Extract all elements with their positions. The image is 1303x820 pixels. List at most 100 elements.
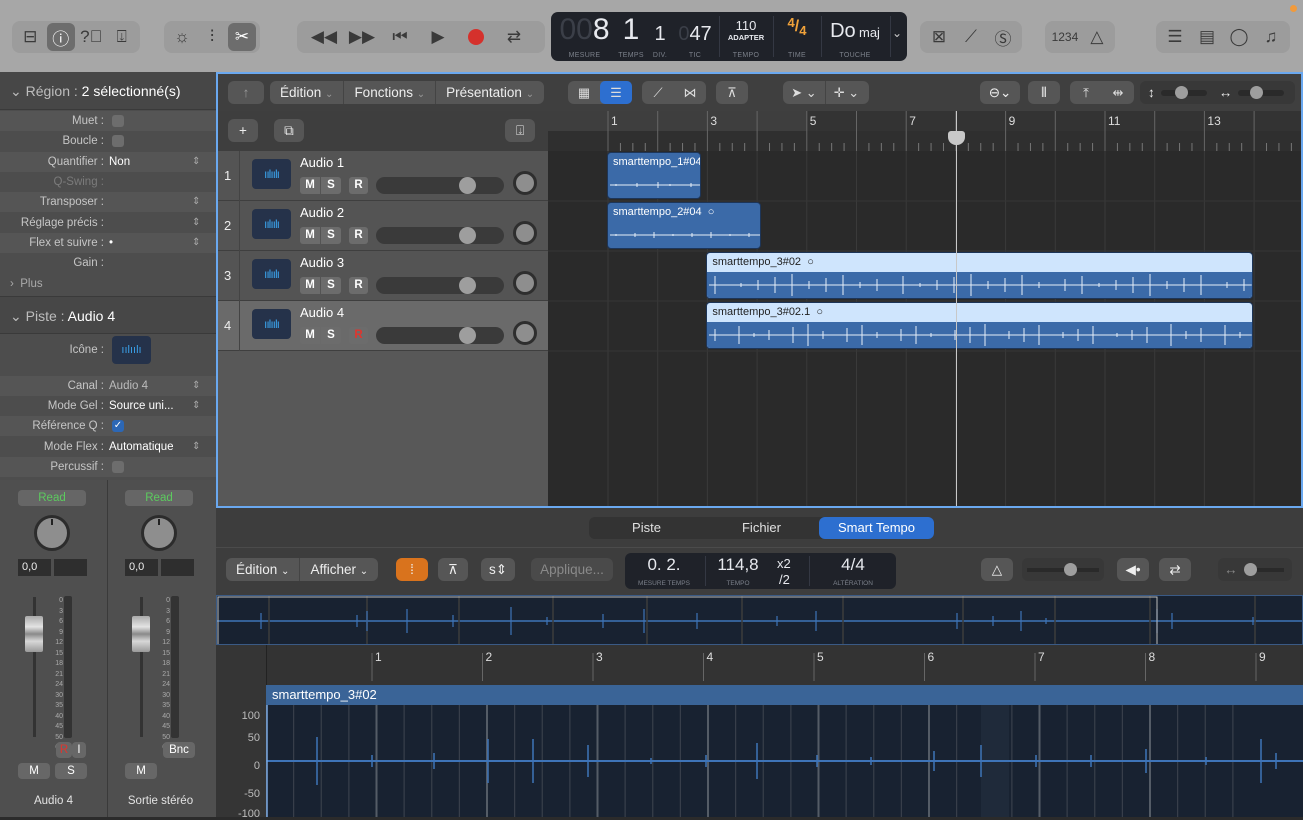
volume-slider[interactable] [376,327,504,344]
crosshair-icon[interactable]: ✛ ⌄ [825,81,867,104]
smart-controls-icon[interactable]: ☼ [168,23,196,51]
lcd-tempo[interactable]: 110 ADAPTER TEMPO [721,12,771,61]
audio-region[interactable]: smarttempo_3#02 ○ [706,252,1254,299]
waveform-zoom-icon[interactable]: ⫴ [1028,81,1060,104]
tab-smart-tempo[interactable]: Smart Tempo [819,517,934,539]
editor-zoom-slider[interactable]: ↔ [1218,558,1292,581]
bounce-button[interactable]: Bnc [163,742,195,758]
solo-button[interactable]: S [321,177,341,194]
record-enable-button[interactable]: R [349,177,368,194]
tab-piste[interactable]: Piste [589,517,704,539]
cycle-icon[interactable]: ⇄ [1159,558,1191,581]
record-enable-button[interactable]: R [349,227,368,244]
more-options-icon[interactable]: ⊖⌄ [980,81,1020,104]
pointer-icon[interactable]: ➤ ⌄ [783,81,825,104]
inspector-value[interactable]: Non [109,152,130,172]
position-value[interactable]: 0. 2. [625,555,703,575]
tempo-value[interactable]: 114,8 [707,555,769,575]
bar-ruler[interactable]: 13579111315 [548,111,1301,151]
solo-button[interactable]: S [321,327,341,344]
pan-knob[interactable] [141,515,177,551]
horizontal-fit-icon[interactable]: ⇹ [1102,81,1134,104]
volume-fader[interactable] [132,616,150,652]
lcd-display[interactable]: 008 MESURE 1 TEMPS 1 DIV. 047 TIC 110 AD… [551,12,907,61]
tempo-edit-icon[interactable]: ⁞ [396,558,428,581]
flex-icon[interactable]: ⋈ [674,81,706,104]
stepper-icon[interactable]: ⇕ [192,192,200,212]
inspector-value[interactable]: Automatique [109,437,174,457]
automation-icon[interactable]: ⟋ [642,81,674,104]
duplicate-track-icon[interactable]: ⧉ [274,119,304,142]
track-header[interactable]: 4 ıılıılı Audio 4 M S R [218,301,548,351]
track-name[interactable]: Audio 1 [300,155,344,170]
checkbox[interactable] [112,135,124,148]
info-icon[interactable]: ⓘ [46,23,75,51]
solo-icon[interactable]: Ⓢ [988,23,1018,51]
pan-knob[interactable] [513,171,537,195]
horizontal-zoom-slider[interactable] [1238,85,1285,99]
play-icon[interactable]: ▶ [423,23,453,51]
menu-2[interactable]: Présentation ⌄ [436,81,544,104]
tuner-icon[interactable]: ⟋ [956,23,986,51]
mixer-icon[interactable]: ⫶ [198,23,226,51]
automation-mode-button[interactable]: Read [125,490,193,506]
volume-slider[interactable] [376,277,504,294]
solo-button[interactable]: S [321,227,341,244]
editor-menu-1[interactable]: Afficher ⌄ [300,558,378,581]
menu-1[interactable]: Fonctions ⌄ [344,81,437,104]
volume-value[interactable]: 0,0 [18,559,51,576]
replace-icon[interactable]: ⊠ [924,23,954,51]
menu-0[interactable]: Édition ⌄ [270,81,345,104]
track-header[interactable]: 2 ıılıılı Audio 2 M S R [218,201,548,251]
stepper-icon[interactable]: ⇕ [192,152,200,172]
back-arrow-icon[interactable]: ↑ [228,81,264,104]
pan-knob[interactable] [513,321,537,345]
stepper-icon[interactable]: ⇕ [192,376,200,396]
checkbox[interactable] [112,461,124,473]
mute-button[interactable]: M [300,277,320,294]
input-monitor-button[interactable]: I [72,742,86,758]
track-name[interactable]: Audio 3 [300,255,344,270]
stepper-icon[interactable]: ⇕ [192,396,200,416]
inspector-value[interactable]: Audio 4 [109,376,148,396]
mute-button[interactable]: M [300,177,320,194]
loop-browser-icon[interactable]: ◯ [1224,23,1254,51]
checkbox[interactable] [112,115,124,127]
stepper-icon[interactable]: ⇕ [192,437,200,457]
track-name[interactable]: Audio 2 [300,205,344,220]
track-header[interactable]: 3 ıılıılı Audio 3 M S R [218,251,548,301]
rewind-icon[interactable]: ◀◀ [309,23,339,51]
stepper-icon[interactable]: ⇕ [192,213,200,233]
metronome-icon[interactable]: △ [1083,23,1111,51]
automation-mode-button[interactable]: Read [18,490,86,506]
editor-waveform[interactable] [266,705,1303,817]
s-stepper[interactable]: s ⇕ [481,558,515,581]
metronome-icon[interactable]: △ [981,558,1013,581]
notepad-icon[interactable]: ▤ [1192,23,1222,51]
lcd-key[interactable]: Do maj TOUCHE [823,12,887,61]
quick-help-icon[interactable]: ?⃝ [77,23,106,51]
library-icon[interactable]: ⊟ [16,23,45,51]
vertical-fit-icon[interactable]: ⤒ [1070,81,1102,104]
track-inspector-header[interactable]: ⌄ Piste : Audio 4 [0,296,216,334]
catch-icon[interactable]: ⊼ [438,558,468,581]
editors-scissors-icon[interactable]: ✂ [228,23,256,51]
track-name[interactable]: Audio 4 [300,305,344,320]
pan-knob[interactable] [513,271,537,295]
record-enable-button[interactable]: R [349,277,368,294]
playhead[interactable] [947,111,965,506]
checkbox[interactable]: ✓ [112,420,124,432]
editor-region-header[interactable]: smarttempo_3#02 [266,685,1303,705]
region-inspector-header[interactable]: ⌄ Région : 2 sélectionné(s) [0,72,216,110]
grid-view-icon[interactable]: ▦ [568,81,600,104]
solo-button[interactable]: S [321,277,341,294]
audio-region[interactable]: smarttempo_3#02.1 ○ [706,302,1254,349]
volume-slider[interactable] [376,227,504,244]
solo-button[interactable]: S [55,763,87,779]
editor-menu-0[interactable]: Édition ⌄ [226,558,301,581]
apply-button[interactable]: Applique... [531,558,613,581]
mute-button[interactable]: M [300,227,320,244]
inspector-value[interactable]: • [109,233,113,253]
track-header[interactable]: 1 ıılıılı Audio 1 M S R [218,151,548,201]
volume-slider[interactable] [376,177,504,194]
